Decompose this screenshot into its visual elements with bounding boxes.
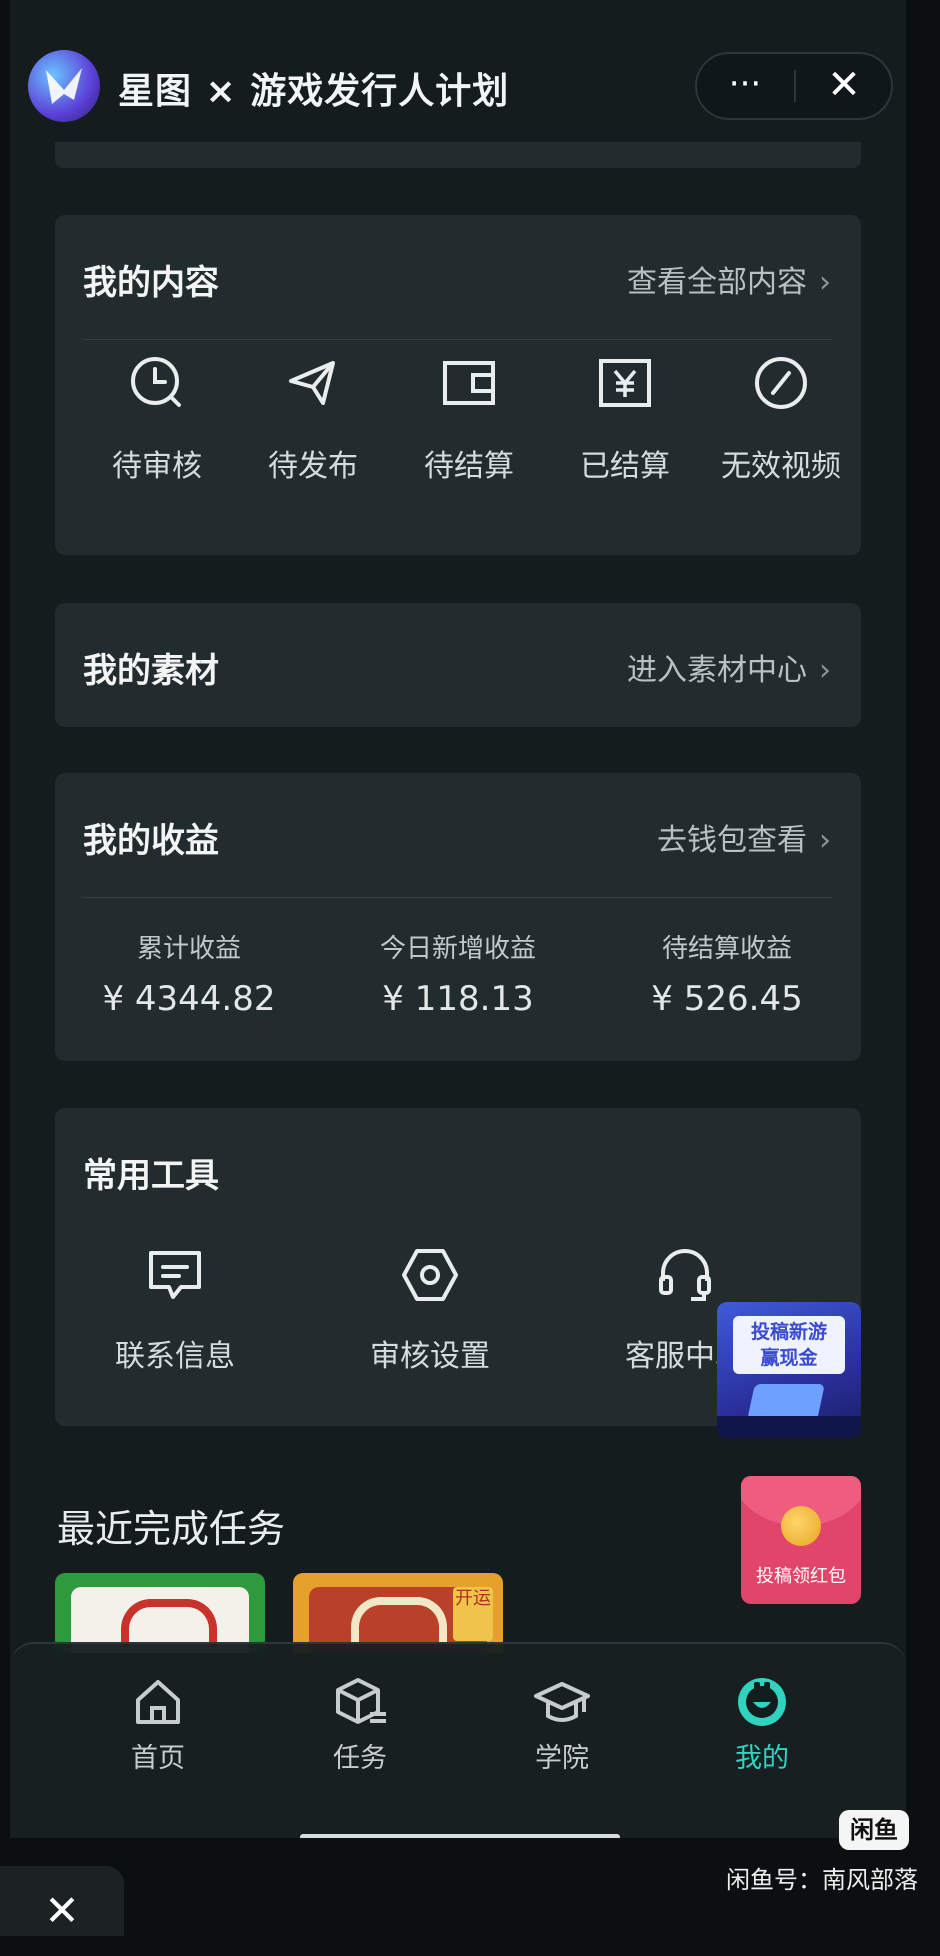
wallet-icon xyxy=(443,361,495,405)
chevron-right-icon: › xyxy=(819,265,831,300)
clock-icon xyxy=(131,357,181,407)
status-label: 待审核 xyxy=(112,449,202,484)
stat-value: ¥ 118.13 xyxy=(382,979,534,1019)
tab-label: 首页 xyxy=(131,1743,185,1774)
task-box-icon xyxy=(336,1678,386,1724)
tab-label: 我的 xyxy=(735,1743,789,1774)
task-thumbnail[interactable] xyxy=(55,1573,265,1653)
tab-label: 学院 xyxy=(535,1743,589,1774)
tool-label: 审核设置 xyxy=(370,1339,490,1374)
status-label: 已结算 xyxy=(580,449,670,484)
tool-label: 联系信息 xyxy=(115,1339,235,1374)
floating-close-button[interactable]: ✕ xyxy=(0,1866,124,1936)
chevron-right-icon: › xyxy=(819,653,831,688)
stat-label: 累计收益 xyxy=(136,934,241,964)
my-content-title: 我的内容 xyxy=(83,263,219,303)
earnings-stats: 累计收益 ¥ 4344.82 今日新增收益 ¥ 118.13 待结算收益 ¥ 5… xyxy=(55,928,861,1038)
material-center-label: 进入素材中心 xyxy=(627,653,807,688)
headset-icon xyxy=(659,1249,711,1301)
top-bar: 星图 × 游戏发行人计划 ··· ✕ xyxy=(10,40,906,132)
stat-today-earnings: 今日新增收益 ¥ 118.13 xyxy=(324,928,592,1019)
graduation-cap-icon xyxy=(534,1682,590,1722)
status-pending-review[interactable]: 待审核 xyxy=(77,353,237,503)
app-title: 星图 × 游戏发行人计划 xyxy=(118,71,510,112)
tool-contact-info[interactable]: 联系信息 xyxy=(55,1243,295,1393)
mini-program-capsule: ··· ✕ xyxy=(695,52,893,120)
settings-icon xyxy=(402,1249,458,1301)
task-thumbnail[interactable]: 开运 xyxy=(293,1573,503,1653)
send-icon xyxy=(289,361,335,405)
watermark-text: 闲鱼号：南风部落 xyxy=(726,1866,918,1894)
my-material-card[interactable]: 我的素材 进入素材中心 › xyxy=(55,603,861,727)
status-invalid-video[interactable]: 无效视频 xyxy=(701,353,861,503)
app-logo-icon xyxy=(28,50,100,122)
wallet-link-label: 去钱包查看 xyxy=(657,823,807,858)
close-button[interactable]: ✕ xyxy=(796,54,892,118)
tab-mine[interactable]: 我的 xyxy=(682,1674,842,1774)
tab-home[interactable]: 首页 xyxy=(78,1674,238,1774)
card-divider xyxy=(83,339,833,340)
stat-label: 待结算收益 xyxy=(661,934,792,964)
content-status-grid: 待审核 待发布 待结算 已结算 无效视频 xyxy=(55,353,861,503)
yen-icon xyxy=(599,359,651,407)
more-menu-button[interactable]: ··· xyxy=(697,54,793,118)
status-label: 无效视频 xyxy=(721,449,841,484)
chevron-right-icon: › xyxy=(819,823,831,858)
card-divider xyxy=(83,897,833,898)
previous-card-edge xyxy=(55,142,861,168)
stat-total-earnings: 累计收益 ¥ 4344.82 xyxy=(55,928,323,1019)
tool-review-settings[interactable]: 审核设置 xyxy=(310,1243,550,1393)
status-label: 待发布 xyxy=(268,449,358,484)
status-pending-publish[interactable]: 待发布 xyxy=(233,353,393,503)
home-indicator xyxy=(300,1834,620,1838)
status-pending-settlement[interactable]: 待结算 xyxy=(389,353,549,503)
tools-title: 常用工具 xyxy=(83,1156,219,1196)
stat-value: ¥ 526.45 xyxy=(651,979,803,1019)
tab-tasks[interactable]: 任务 xyxy=(280,1674,440,1774)
thumbnail-tag: 开运 xyxy=(453,1587,493,1641)
status-settled[interactable]: 已结算 xyxy=(545,353,705,503)
invalid-icon xyxy=(755,357,807,409)
stat-value: ¥ 4344.82 xyxy=(102,979,276,1019)
bottom-tab-bar: 首页 任务 学院 我的 xyxy=(10,1642,906,1838)
promo-base-graphic xyxy=(717,1416,861,1438)
profile-icon xyxy=(738,1678,786,1726)
message-icon xyxy=(149,1251,201,1299)
my-material-title: 我的素材 xyxy=(83,651,219,691)
view-all-content-link[interactable]: 查看全部内容 › xyxy=(627,257,831,301)
wallet-link[interactable]: 去钱包查看 › xyxy=(657,815,831,859)
view-all-content-label: 查看全部内容 xyxy=(627,265,807,300)
stat-label: 今日新增收益 xyxy=(379,934,536,964)
stat-pending-earnings: 待结算收益 ¥ 526.45 xyxy=(593,928,861,1019)
promo-red-packet-banner[interactable]: 投稿领红包 xyxy=(741,1476,861,1604)
my-earnings-card: 我的收益 去钱包查看 › 累计收益 ¥ 4344.82 今日新增收益 ¥ 118.… xyxy=(55,773,861,1061)
recent-tasks-title: 最近完成任务 xyxy=(57,1507,286,1551)
tile-symbol xyxy=(351,1597,447,1645)
coin-icon xyxy=(781,1506,821,1546)
app-screen: 星图 × 游戏发行人计划 ··· ✕ 我的内容 查看全部内容 › 待审核 待发布… xyxy=(10,0,906,1838)
home-icon xyxy=(136,1680,180,1724)
xianyu-logo: 闲鱼 xyxy=(839,1810,909,1850)
promo-cube-graphic xyxy=(747,1384,825,1420)
tab-academy[interactable]: 学院 xyxy=(482,1674,642,1774)
tile-symbol xyxy=(121,1599,217,1647)
tab-label: 任务 xyxy=(333,1743,387,1774)
promo-new-game-banner[interactable]: 投稿新游 赢现金 xyxy=(717,1302,861,1438)
material-center-link[interactable]: 进入素材中心 › xyxy=(627,645,831,689)
status-label: 待结算 xyxy=(424,449,514,484)
promo-new-game-text: 投稿新游 赢现金 xyxy=(733,1316,845,1374)
my-earnings-title: 我的收益 xyxy=(83,821,219,861)
promo-red-packet-text: 投稿领红包 xyxy=(756,1566,846,1587)
my-content-card: 我的内容 查看全部内容 › 待审核 待发布 待结算 已结算 无效视频 xyxy=(55,215,861,555)
